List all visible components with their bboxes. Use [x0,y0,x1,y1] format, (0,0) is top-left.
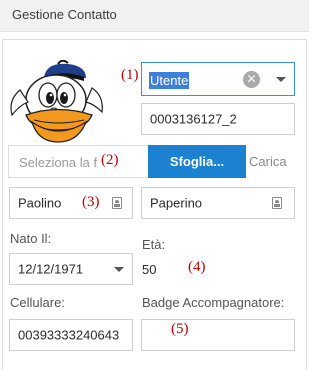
phone-value: 00393333240643 [18,327,120,343]
avatar [6,59,108,148]
annotation-marker-2: (2) [101,152,119,168]
donald-duck-avatar [10,59,103,143]
close-circle-icon[interactable]: ✕ [243,71,260,88]
age-value: 50 [142,262,157,277]
chevron-down-icon[interactable] [276,77,286,82]
upload-button[interactable]: Carica [249,154,287,169]
contact-code-field[interactable]: 0003136127_2 [141,103,295,135]
last-name-field[interactable]: Paperino [141,187,295,219]
browse-button[interactable]: Sfoglia... [148,145,246,178]
contact-type-select[interactable]: Utente ✕ [141,62,295,96]
birth-date-label: Nato Il: [10,231,52,246]
badge-label: Badge Accompagnatore: [142,295,285,310]
contact-code-value: 0003136127_2 [150,111,237,127]
chevron-down-icon[interactable] [114,267,124,272]
annotation-marker-1: (1) [121,67,139,83]
id-card-icon [112,197,122,209]
birth-date-value: 12/12/1971 [18,261,84,277]
panel-header: Gestione Contatto [0,0,309,32]
last-name-value: Paperino [150,195,203,211]
file-input-placeholder: Seleziona la f [19,155,98,170]
phone-field[interactable]: 00393333240643 [9,319,133,351]
page-title: Gestione Contatto [12,7,117,22]
id-card-icon [272,197,282,209]
first-name-field[interactable]: Paolino [9,187,133,219]
birth-date-select[interactable]: 12/12/1971 [9,253,133,285]
annotation-marker-3: (3) [82,194,100,210]
phone-label: Cellulare: [10,295,65,310]
upload-row: Seleziona la f Sfoglia... Carica [8,145,309,178]
file-input[interactable]: Seleziona la f [8,145,148,178]
annotation-marker-5: (5) [171,321,189,337]
age-label: Età: [142,237,166,252]
contact-type-value: Utente [149,72,190,89]
annotation-marker-4: (4) [188,259,206,275]
first-name-value: Paolino [18,195,62,211]
badge-field[interactable] [141,319,295,351]
